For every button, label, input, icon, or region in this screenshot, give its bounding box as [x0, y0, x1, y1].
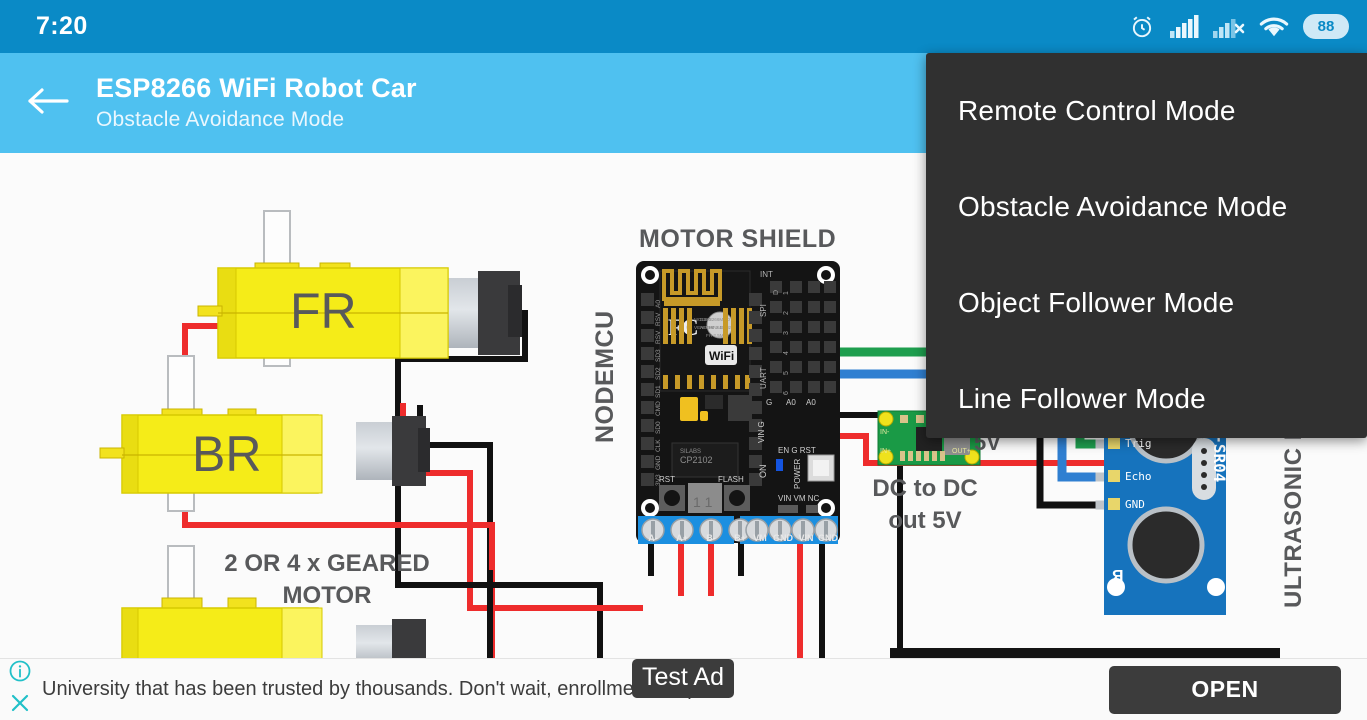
svg-text:IN+: IN+ [880, 448, 891, 455]
svg-text:1 1: 1 1 [693, 494, 713, 510]
svg-text:VIN G: VIN G [757, 421, 766, 443]
signal-no-sim-icon [1213, 15, 1245, 39]
page-subtitle: Obstacle Avoidance Mode [96, 108, 345, 132]
label-nodemcu: NODEMCU [591, 310, 619, 443]
menu-item-object-follower-mode[interactable]: Object Follower Mode [926, 255, 1367, 351]
svg-text:RSV: RSV [655, 312, 662, 326]
menu-item-remote-control-mode[interactable]: Remote Control Mode [926, 63, 1367, 159]
svg-text:D: D [773, 290, 780, 295]
phone-screen: 7:20 88 ESP8266 WiFi Robot Car Obstacle … [0, 0, 1367, 720]
svg-text:VIN VM NC: VIN VM NC [778, 494, 820, 503]
motor-br: BR [99, 355, 430, 512]
label-dc-to-dc: DC to DC out 5V [872, 475, 978, 534]
ad-badges [0, 659, 36, 720]
svg-text:POWER: POWER [793, 459, 802, 489]
svg-text:IN-: IN- [880, 429, 890, 436]
svg-text:A+: A+ [676, 533, 688, 543]
svg-text:SD2: SD2 [655, 367, 662, 380]
label-geared-motor: 2 OR 4 x GEARED MOTOR [224, 550, 430, 609]
svg-text:4: 4 [783, 351, 790, 355]
svg-text:OUT+: OUT+ [952, 448, 971, 455]
svg-text:EN G RST: EN G RST [778, 446, 816, 455]
svg-text:BR: BR [192, 426, 261, 482]
svg-text:VIN: VIN [798, 533, 813, 543]
svg-text:6: 6 [783, 391, 790, 395]
bottom-board-edge [890, 648, 1280, 658]
status-bar: 7:20 88 [0, 0, 1367, 53]
svg-text:FR: FR [290, 283, 357, 339]
svg-text:A0: A0 [806, 398, 816, 407]
svg-text:FLASH: FLASH [718, 475, 744, 484]
menu-item-line-follower-mode[interactable]: Line Follower Mode [926, 351, 1367, 447]
signal-bars-icon [1169, 14, 1199, 39]
info-circle-icon[interactable] [8, 659, 32, 688]
svg-text:WiFi: WiFi [709, 349, 734, 363]
svg-text:GND: GND [818, 533, 839, 543]
arrow-left-icon [27, 85, 69, 122]
test-ad-badge: Test Ad [632, 659, 734, 698]
ad-open-button[interactable]: OPEN [1109, 665, 1341, 714]
status-icons: 88 [1129, 14, 1349, 40]
svg-text:GND: GND [655, 455, 662, 470]
battery-icon: 88 [1303, 14, 1349, 39]
svg-text:CP2102: CP2102 [680, 455, 713, 465]
svg-text:SD3: SD3 [655, 349, 662, 362]
svg-text:GND: GND [773, 533, 794, 543]
svg-text:CLK: CLK [655, 439, 662, 452]
svg-text:G: G [766, 398, 772, 407]
svg-text:RST: RST [659, 475, 675, 484]
svg-text:A0: A0 [655, 300, 662, 308]
status-clock: 7:20 [36, 12, 88, 40]
svg-text:INT: INT [760, 270, 773, 279]
menu-item-obstacle-avoidance-mode[interactable]: Obstacle Avoidance Mode [926, 159, 1367, 255]
svg-text:2: 2 [783, 311, 790, 315]
svg-text:A0: A0 [786, 398, 796, 407]
svg-text:B-: B- [706, 533, 716, 543]
svg-text:SD0: SD0 [655, 421, 662, 434]
ad-text: University that has been trusted by thou… [42, 678, 721, 700]
back-button[interactable] [0, 53, 96, 153]
svg-text:ON: ON [758, 465, 768, 479]
svg-text:VM: VM [753, 533, 767, 543]
close-icon[interactable] [8, 691, 32, 720]
page-title: ESP8266 WiFi Robot Car [96, 73, 417, 104]
label-motor-shield: MOTOR SHIELD [639, 225, 837, 253]
svg-text:SD1: SD1 [655, 385, 662, 398]
svg-text:3: 3 [783, 331, 790, 335]
battery-percent: 88 [1317, 18, 1335, 35]
svg-text:Я: Я [1112, 568, 1124, 585]
svg-text:SILABS: SILABS [680, 449, 701, 455]
mode-dropdown-menu: Remote Control Mode Obstacle Avoidance M… [926, 53, 1367, 438]
svg-text:1: 1 [783, 291, 790, 295]
app-bar-titles: ESP8266 WiFi Robot Car Obstacle Avoidanc… [96, 72, 417, 133]
nodemcu-motor-shield-board: FC WiFi MC1281VENDOR ESP8266MODAI-THINKE… [636, 261, 840, 544]
svg-text:SPI: SPI [759, 304, 768, 317]
alarm-icon [1129, 14, 1155, 40]
svg-text:A-: A- [648, 533, 658, 543]
svg-text:B+: B+ [734, 533, 746, 543]
svg-text:UART: UART [759, 367, 768, 389]
svg-text:5: 5 [783, 371, 790, 375]
svg-text:GND: GND [1125, 498, 1145, 511]
wifi-icon [1259, 15, 1289, 39]
label-ultrasonic: ULTRASONIC H [1280, 422, 1307, 608]
svg-text:RSV: RSV [655, 330, 662, 344]
svg-text:CMD: CMD [655, 401, 662, 416]
svg-text:Echo: Echo [1125, 470, 1152, 483]
motor-fr: FR [197, 210, 522, 367]
